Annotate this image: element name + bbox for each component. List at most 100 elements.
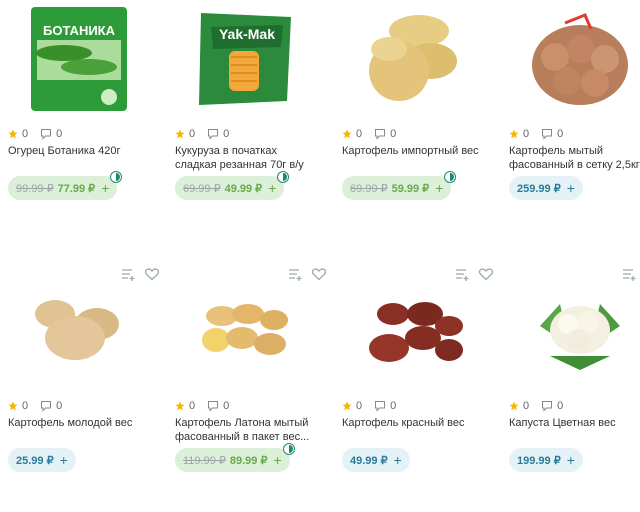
star-icon: [175, 401, 185, 411]
reviews-count: 0: [56, 400, 63, 412]
product-card[interactable]: БОТАНИКА 0 0 Огурец Ботаника 420г 99.99 …: [0, 0, 160, 240]
product-card[interactable]: 0 0 Картофель молодой вес 25.99 ₽ +: [0, 272, 160, 512]
potato-net-image: [532, 13, 628, 105]
product-card[interactable]: 0 0 Картофель мытый фасованный в сетку 2…: [501, 0, 640, 240]
product-image[interactable]: [505, 4, 640, 114]
latona-potato-image: [202, 304, 288, 355]
add-to-cart-button[interactable]: 25.99 ₽ +: [8, 448, 76, 472]
rating-row: 0 0: [342, 400, 396, 412]
promo-badge-icon: [282, 443, 295, 455]
current-price: 25.99 ₽: [16, 454, 54, 467]
add-to-cart-button[interactable]: 199.99 ₽ +: [509, 448, 583, 472]
product-title[interactable]: Картофель Латона мытый фасованный в паке…: [175, 416, 315, 444]
rating-value: 0: [22, 128, 29, 140]
rating-value: 0: [356, 128, 363, 140]
product-image[interactable]: [505, 276, 640, 386]
product-image[interactable]: БОТАНИКА: [4, 4, 154, 114]
plus-icon: +: [393, 452, 402, 468]
corn-package-image: Yak-Mak: [199, 13, 291, 105]
plus-icon: +: [101, 180, 110, 196]
rating-row: 0 0: [509, 128, 563, 140]
product-title[interactable]: Картофель красный вес: [342, 416, 482, 430]
product-image[interactable]: [4, 276, 154, 386]
reviews-count: 0: [223, 128, 230, 140]
current-price: 199.99 ₽: [517, 454, 561, 467]
add-to-cart-button[interactable]: 69.99 ₽ 59.99 ₽ +: [342, 171, 457, 200]
star-icon: [509, 129, 519, 139]
young-potato-image: [35, 300, 119, 360]
comment-icon: [40, 400, 52, 412]
product-title[interactable]: Картофель молодой вес: [8, 416, 148, 430]
product-title[interactable]: Огурец Ботаника 420г: [8, 144, 148, 158]
promo-badge-icon: [444, 171, 457, 183]
star-icon: [8, 129, 18, 139]
rating-value: 0: [189, 400, 196, 412]
rating-row: 0 0: [8, 128, 62, 140]
package-brand-text: БОТАНИКА: [43, 23, 116, 38]
product-title[interactable]: Кукуруза в початках сладкая резанная 70г…: [175, 144, 315, 172]
current-price: 49.99 ₽: [350, 454, 388, 467]
old-price: 69.99 ₽: [350, 182, 388, 195]
star-icon: [342, 401, 352, 411]
current-price: 89.99 ₽: [229, 454, 268, 467]
rating-value: 0: [22, 400, 29, 412]
product-card[interactable]: 0 0 Картофель красный вес 49.99 ₽ +: [334, 272, 494, 512]
product-card[interactable]: 0 0 Картофель Латона мытый фасованный в …: [167, 272, 327, 512]
red-potato-image: [369, 302, 463, 362]
add-to-cart-button[interactable]: 49.99 ₽ +: [342, 448, 410, 472]
promo-badge-icon: [110, 171, 123, 183]
comment-icon: [207, 128, 219, 140]
plus-icon: +: [59, 452, 68, 468]
reviews-count: 0: [390, 400, 397, 412]
star-icon: [175, 129, 185, 139]
add-to-cart-button[interactable]: 99.99 ₽ 77.99 ₽ +: [8, 171, 123, 200]
current-price: 59.99 ₽: [391, 182, 430, 195]
add-to-cart-button[interactable]: 119.99 ₽ 89.99 ₽ +: [175, 443, 295, 472]
product-card[interactable]: Yak-Mak 0 0 Кукуруза в початках сладкая …: [167, 0, 327, 240]
rating-row: 0 0: [8, 400, 62, 412]
comment-icon: [374, 400, 386, 412]
cauliflower-image: [540, 304, 620, 370]
old-price: 119.99 ₽: [183, 454, 226, 467]
current-price: 259.99 ₽: [517, 182, 561, 195]
plus-icon: +: [566, 180, 575, 196]
rating-value: 0: [189, 128, 196, 140]
product-card[interactable]: 0 0 Капуста Цветная вес 199.99 ₽ +: [501, 272, 640, 512]
package-brand-text: Yak-Mak: [219, 26, 275, 42]
rating-row: 0 0: [509, 400, 563, 412]
comment-icon: [40, 128, 52, 140]
reviews-count: 0: [56, 128, 63, 140]
rating-value: 0: [523, 128, 530, 140]
reviews-count: 0: [557, 400, 564, 412]
product-image[interactable]: Yak-Mak: [171, 4, 321, 114]
product-image[interactable]: [171, 276, 321, 386]
plus-icon: +: [273, 452, 282, 468]
star-icon: [8, 401, 18, 411]
reviews-count: 0: [557, 128, 564, 140]
product-card[interactable]: 0 0 Картофель импортный вес 69.99 ₽ 59.9…: [334, 0, 494, 240]
old-price: 99.99 ₽: [16, 182, 54, 195]
comment-icon: [374, 128, 386, 140]
current-price: 49.99 ₽: [224, 182, 263, 195]
current-price: 77.99 ₽: [57, 182, 96, 195]
comment-icon: [541, 400, 553, 412]
promo-badge-icon: [277, 171, 290, 183]
star-icon: [342, 129, 352, 139]
comment-icon: [207, 400, 219, 412]
plus-icon: +: [566, 452, 575, 468]
plus-icon: +: [435, 180, 444, 196]
cucumber-package-image: БОТАНИКА: [31, 7, 127, 111]
reviews-count: 0: [390, 128, 397, 140]
rating-row: 0 0: [175, 128, 229, 140]
product-image[interactable]: [338, 4, 488, 114]
product-title[interactable]: Картофель импортный вес: [342, 144, 482, 158]
product-image[interactable]: [338, 276, 488, 386]
add-to-cart-button[interactable]: 259.99 ₽ +: [509, 176, 583, 200]
rating-value: 0: [356, 400, 363, 412]
add-to-cart-button[interactable]: 69.99 ₽ 49.99 ₽ +: [175, 171, 290, 200]
potato-image: [369, 15, 457, 101]
old-price: 69.99 ₽: [183, 182, 221, 195]
product-title[interactable]: Капуста Цветная вес: [509, 416, 640, 430]
product-title[interactable]: Картофель мытый фасованный в сетку 2,5кг: [509, 144, 640, 172]
reviews-count: 0: [223, 400, 230, 412]
